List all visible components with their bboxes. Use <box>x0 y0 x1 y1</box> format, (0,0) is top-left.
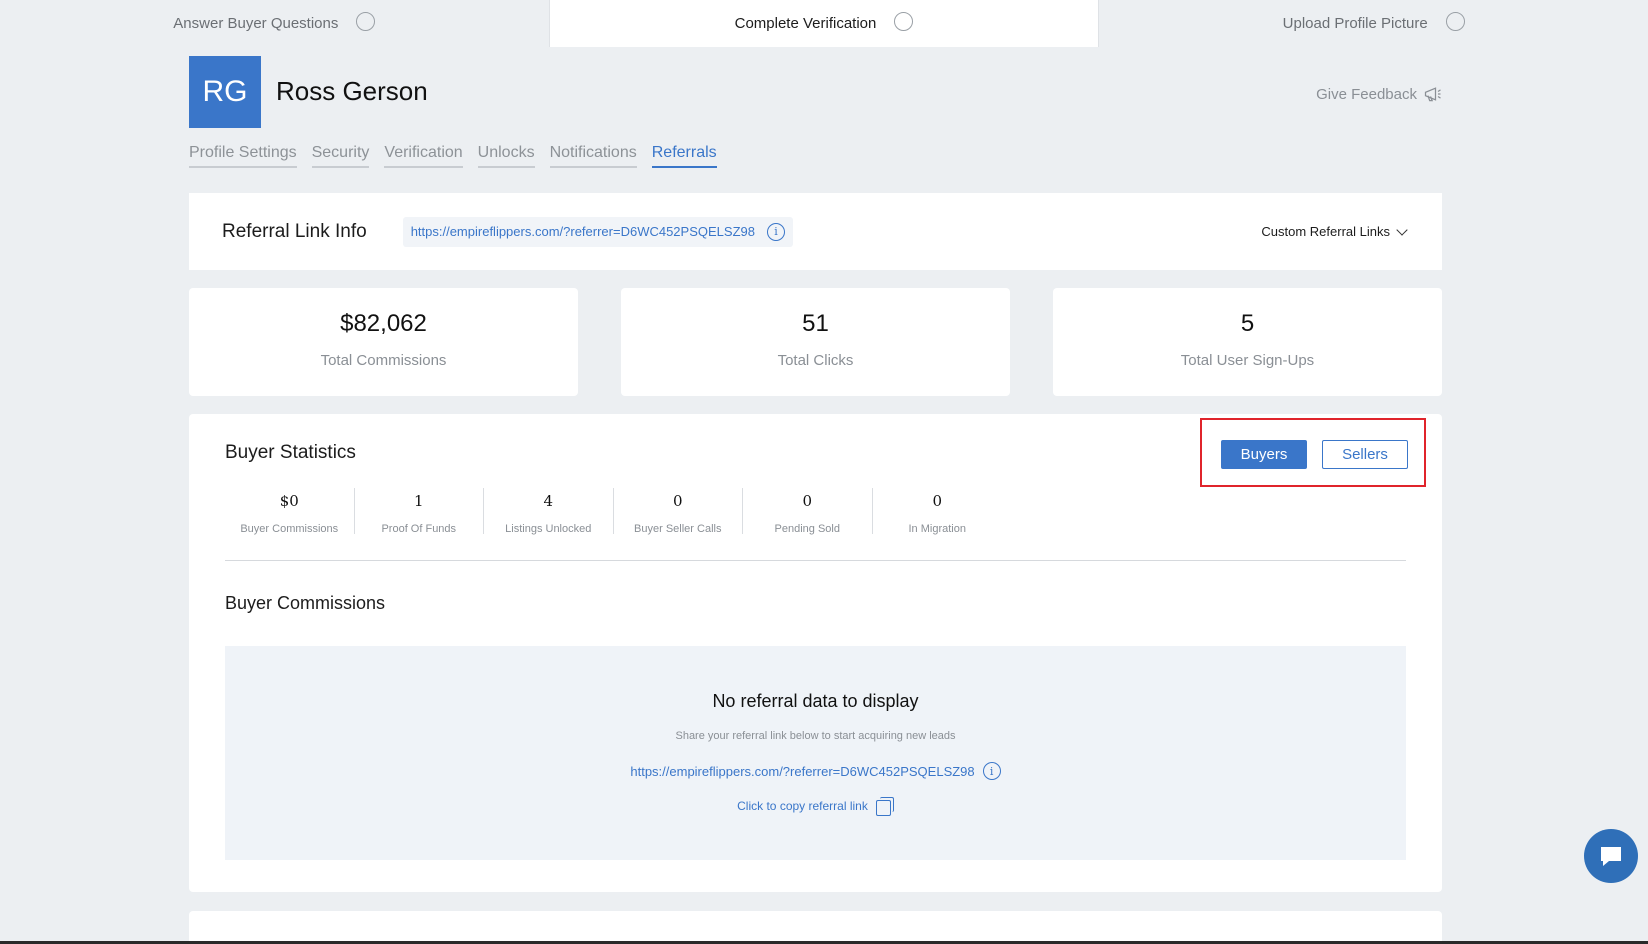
give-feedback-button[interactable]: Give Feedback <box>1316 84 1443 104</box>
stat-label: Total Clicks <box>777 352 854 369</box>
next-card <box>189 911 1442 944</box>
stat-label: Total Commissions <box>320 352 447 369</box>
tab-security[interactable]: Security <box>311 144 370 168</box>
step-label: Upload Profile Picture <box>1282 15 1428 32</box>
referral-link-title: Referral Link Info <box>222 220 367 242</box>
metric-value: 0 <box>932 492 943 510</box>
step-label: Answer Buyer Questions <box>173 15 339 32</box>
tab-profile-settings[interactable]: Profile Settings <box>189 144 297 168</box>
step-upload-profile-picture[interactable]: Upload Profile Picture <box>1099 0 1648 47</box>
empty-state-subtitle: Share your referral link below to start … <box>675 730 956 742</box>
buyers-sellers-toggle: Buyers Sellers <box>1200 418 1426 487</box>
referral-link-pill[interactable]: https://empireflippers.com/?referrer=D6W… <box>402 216 793 247</box>
tab-notifications[interactable]: Notifications <box>549 144 637 168</box>
copy-referral-link-button[interactable]: Click to copy referral link <box>225 796 1406 816</box>
empty-state-title: No referral data to display <box>712 691 919 711</box>
metric-buyer-seller-calls: 0 Buyer Seller Calls <box>614 488 743 535</box>
metric-buyer-commissions: $0 Buyer Commissions <box>225 488 355 535</box>
info-icon[interactable]: i <box>766 222 785 241</box>
chevron-down-icon <box>1396 223 1408 236</box>
stat-card-total-commissions: $82,062 Total Commissions <box>189 288 578 396</box>
empty-state-referral-link[interactable]: https://empireflippers.com/?referrer=D6W… <box>630 762 1001 780</box>
metric-label: In Migration <box>908 523 966 535</box>
sellers-button[interactable]: Sellers <box>1322 440 1408 469</box>
buyer-metrics: $0 Buyer Commissions 1 Proof Of Funds 4 … <box>225 488 1003 535</box>
avatar: RG <box>189 56 261 128</box>
step-circle-icon <box>1445 12 1465 31</box>
step-answer-buyer-questions[interactable]: Answer Buyer Questions <box>0 0 550 47</box>
stat-label: Total User Sign-Ups <box>1180 352 1315 369</box>
buyer-commissions-title: Buyer Commissions <box>225 593 386 613</box>
give-feedback-label: Give Feedback <box>1316 85 1417 103</box>
stat-card-total-user-sign-ups: 5 Total User Sign-Ups <box>1053 288 1442 396</box>
buyers-button[interactable]: Buyers <box>1221 440 1307 469</box>
chat-bubble-icon <box>1601 847 1621 866</box>
metric-label: Listings Unlocked <box>505 523 592 535</box>
metric-value: 0 <box>672 492 683 510</box>
metric-in-migration: 0 In Migration <box>873 488 1003 535</box>
stat-value: 51 <box>802 310 829 337</box>
onboarding-steps: Answer Buyer Questions Complete Verifica… <box>0 0 1648 47</box>
stat-value: $82,062 <box>340 310 427 337</box>
metric-value: 0 <box>802 492 813 510</box>
buyer-statistics-card: Buyer Statistics Buyers Sellers $0 Buyer… <box>189 414 1442 892</box>
referral-link-card: Referral Link Info https://empireflipper… <box>189 193 1442 270</box>
profile-tabs: Profile Settings Security Verification U… <box>189 144 717 168</box>
metric-label: Proof Of Funds <box>381 523 457 535</box>
copy-icon <box>875 796 894 816</box>
stat-value: 5 <box>1240 310 1255 337</box>
metric-label: Buyer Seller Calls <box>634 523 722 535</box>
referral-link-url[interactable]: https://empireflippers.com/?referrer=D6W… <box>411 224 755 239</box>
profile-name: Ross Gerson <box>276 76 428 106</box>
custom-referral-links-label: Custom Referral Links <box>1261 224 1390 239</box>
divider <box>225 560 1406 561</box>
stat-card-total-clicks: 51 Total Clicks <box>621 288 1010 396</box>
chat-button[interactable] <box>1584 829 1638 883</box>
megaphone-icon <box>1424 87 1441 102</box>
metric-value: 4 <box>543 492 554 510</box>
metric-label: Buyer Commissions <box>240 523 339 535</box>
tab-referrals[interactable]: Referrals <box>651 144 717 168</box>
step-circle-icon <box>894 12 914 31</box>
empty-state: No referral data to display Share your r… <box>225 646 1406 860</box>
metric-proof-of-funds: 1 Proof Of Funds <box>355 488 484 535</box>
buyer-statistics-title: Buyer Statistics <box>225 442 356 463</box>
copy-referral-link-label: Click to copy referral link <box>737 798 868 813</box>
metric-value: $0 <box>279 492 299 510</box>
metric-label: Pending Sold <box>774 523 840 535</box>
step-label: Complete Verification <box>734 15 877 32</box>
tab-verification[interactable]: Verification <box>384 144 463 168</box>
metric-value: 1 <box>413 492 424 510</box>
empty-state-url[interactable]: https://empireflippers.com/?referrer=D6W… <box>630 764 974 779</box>
tab-unlocks[interactable]: Unlocks <box>477 144 535 168</box>
metric-pending-sold: 0 Pending Sold <box>743 488 873 535</box>
metric-listings-unlocked: 4 Listings Unlocked <box>484 488 614 535</box>
step-complete-verification[interactable]: Complete Verification <box>549 0 1100 47</box>
step-circle-icon <box>356 12 376 31</box>
info-icon[interactable]: i <box>982 762 1001 780</box>
custom-referral-links-dropdown[interactable]: Custom Referral Links <box>1261 223 1408 239</box>
